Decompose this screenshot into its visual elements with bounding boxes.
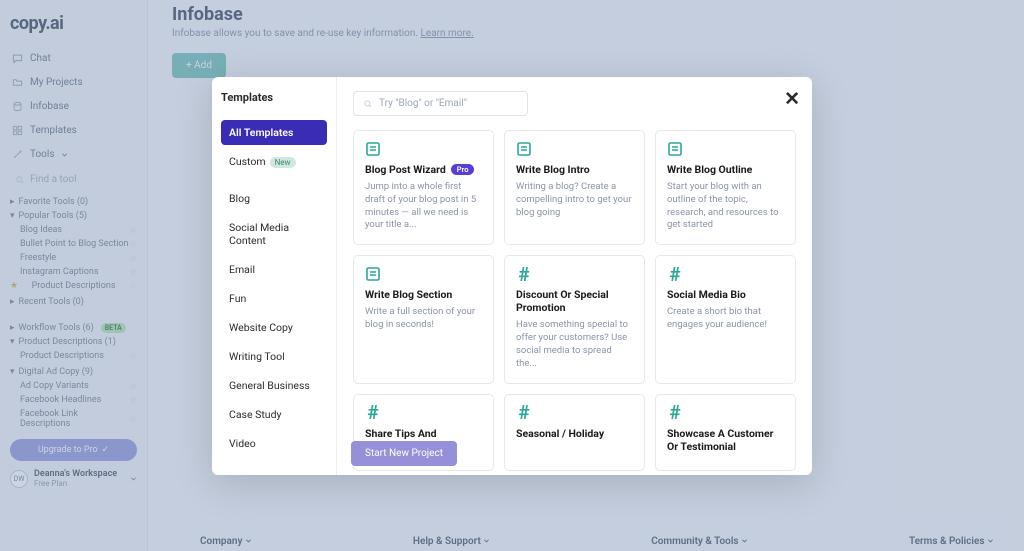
doc-icon [365, 141, 381, 157]
template-card[interactable]: Blog Post WizardPro Jump into a whole fi… [353, 130, 494, 245]
category-all[interactable]: All Templates [221, 120, 327, 145]
doc-icon [516, 141, 532, 157]
category-video[interactable]: Video [221, 431, 327, 456]
category-business[interactable]: General Business [221, 373, 327, 398]
template-card[interactable]: # Social Media Bio Create a short bio th… [655, 255, 796, 383]
hash-icon: # [365, 405, 381, 421]
category-email[interactable]: Email [221, 257, 327, 282]
hash-icon: # [667, 266, 683, 282]
modal-title: Templates [221, 91, 327, 104]
start-project-button[interactable]: Start New Project [351, 441, 457, 466]
hash-icon: # [667, 405, 683, 421]
template-card[interactable]: # Seasonal / Holiday [504, 394, 645, 471]
doc-icon [667, 141, 683, 157]
category-writing[interactable]: Writing Tool [221, 344, 327, 369]
category-custom[interactable]: CustomNew [221, 149, 327, 174]
templates-modal: ✕ Templates All Templates CustomNew Blog… [212, 77, 812, 475]
category-blog[interactable]: Blog [221, 186, 327, 211]
hash-icon: # [516, 405, 532, 421]
template-card[interactable]: Write Blog Intro Writing a blog? Create … [504, 130, 645, 245]
category-fun[interactable]: Fun [221, 286, 327, 311]
search-icon [363, 99, 373, 109]
template-card[interactable]: Write Blog Outline Start your blog with … [655, 130, 796, 245]
template-search[interactable]: Try "Blog" or "Email" [353, 91, 528, 116]
template-grid: Blog Post WizardPro Jump into a whole fi… [353, 130, 796, 471]
modal-overlay[interactable]: ✕ Templates All Templates CustomNew Blog… [0, 0, 1024, 551]
modal-main: Try "Blog" or "Email" Blog Post WizardPr… [337, 77, 812, 475]
template-card[interactable]: Write Blog Section Write a full section … [353, 255, 494, 383]
template-card[interactable]: # Showcase A Customer Or Testimonial [655, 394, 796, 471]
hash-icon: # [516, 266, 532, 282]
doc-icon [365, 266, 381, 282]
modal-sidebar: Templates All Templates CustomNew Blog S… [212, 77, 337, 475]
category-casestudy[interactable]: Case Study [221, 402, 327, 427]
template-card[interactable]: # Discount Or Special Promotion Have som… [504, 255, 645, 383]
category-social[interactable]: Social Media Content [221, 215, 327, 253]
category-website[interactable]: Website Copy [221, 315, 327, 340]
